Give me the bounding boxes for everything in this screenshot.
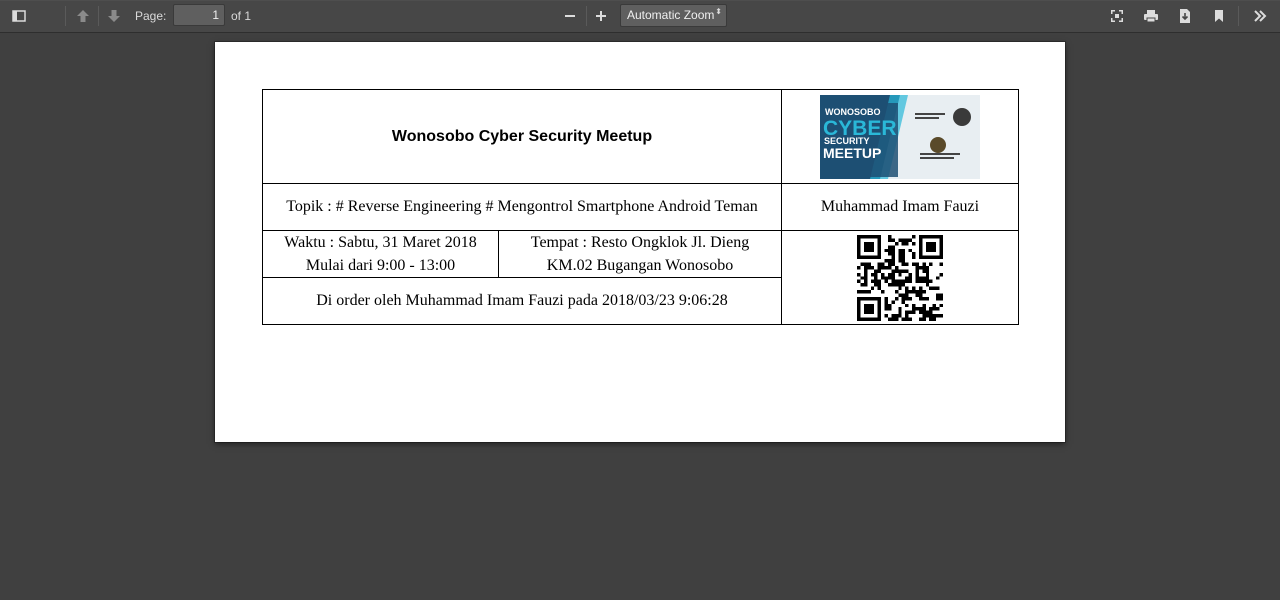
page-number-input[interactable]: [173, 4, 225, 26]
pdf-toolbar: Page: of 1 Automatic Zoom ⬍: [0, 0, 1280, 33]
banner-text-line1: WONOSOBO: [825, 107, 881, 117]
toolbar-separator: [65, 6, 66, 26]
print-button[interactable]: [1137, 4, 1165, 28]
banner-text-line4: MEETUP: [823, 145, 881, 161]
toolbar-separator: [98, 6, 99, 26]
presentation-mode-button[interactable]: [1103, 4, 1131, 28]
previous-page-button[interactable]: [69, 4, 97, 28]
chevron-up-down-icon: ⬍: [715, 7, 722, 16]
zoom-in-button[interactable]: [587, 4, 615, 28]
bookmark-button[interactable]: [1205, 4, 1233, 28]
minus-icon: [565, 15, 575, 17]
download-button[interactable]: [1171, 4, 1199, 28]
qr-code-image: [857, 234, 943, 321]
page-label: Page:: [135, 9, 167, 23]
double-chevron-right-icon: [1254, 10, 1267, 22]
ticket-title: Wonosobo Cyber Security Meetup: [262, 89, 782, 184]
ticket-table: Wonosobo Cyber Security Meetup WONOSOBO …: [262, 89, 1019, 325]
sidebar-icon: [12, 10, 26, 22]
sidebar-toggle-button[interactable]: [5, 4, 33, 28]
event-banner-cell: WONOSOBO CYBER SECURITY MEETUP: [781, 89, 1019, 184]
arrow-down-icon: [108, 10, 120, 22]
next-page-button[interactable]: [100, 4, 128, 28]
place-line1: Tempat : Resto Ongklok Jl. Dieng: [530, 234, 750, 251]
speaker-cell: Muhammad Imam Fauzi: [781, 183, 1019, 231]
zoom-value: Automatic Zoom: [627, 8, 715, 22]
time-line1: Waktu : Sabtu, 31 Maret 2018: [284, 234, 477, 251]
time-line2: Mulai dari 9:00 - 13:00: [305, 257, 456, 274]
event-banner-image: WONOSOBO CYBER SECURITY MEETUP: [820, 94, 980, 179]
plus-icon: [596, 11, 606, 21]
arrow-up-icon: [77, 10, 89, 22]
zoom-out-button[interactable]: [556, 4, 584, 28]
topic-cell: Topik : # Reverse Engineering # Mengontr…: [262, 183, 782, 231]
toolbar-separator: [1238, 6, 1239, 26]
zoom-select[interactable]: Automatic Zoom ⬍: [620, 4, 727, 27]
download-icon: [1180, 9, 1190, 23]
print-icon: [1144, 10, 1158, 23]
place-line2: KM.02 Bugangan Wonosobo: [546, 257, 734, 274]
pdf-page: Wonosobo Cyber Security Meetup WONOSOBO …: [215, 42, 1065, 442]
time-cell: Waktu : Sabtu, 31 Maret 2018 Mulai dari …: [262, 230, 499, 278]
order-cell: Di order oleh Muhammad Imam Fauzi pada 2…: [262, 277, 782, 325]
qr-cell: [781, 230, 1019, 325]
fullscreen-icon: [1111, 10, 1123, 22]
bookmark-icon: [1215, 10, 1223, 22]
document-viewer[interactable]: Wonosobo Cyber Security Meetup WONOSOBO …: [0, 33, 1280, 600]
tools-button[interactable]: [1246, 4, 1274, 28]
page-count: of 1: [231, 9, 252, 23]
place-cell: Tempat : Resto Ongklok Jl. Dieng KM.02 B…: [498, 230, 782, 278]
